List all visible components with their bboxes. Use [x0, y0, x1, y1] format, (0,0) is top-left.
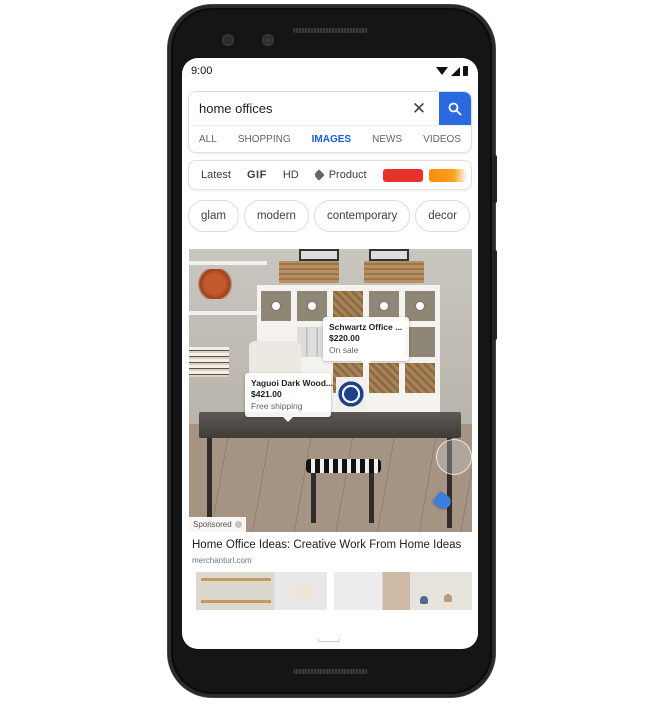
- product-tag-price: $421.00: [251, 389, 282, 400]
- status-icons: [436, 66, 468, 76]
- sponsored-label: Sponsored: [193, 520, 232, 529]
- wall-shelf: [189, 311, 267, 315]
- tab-videos[interactable]: VIDEOS: [423, 126, 461, 153]
- filter-latest[interactable]: Latest: [201, 169, 231, 181]
- wifi-icon: [436, 67, 448, 75]
- phone-screen: 9:00 home offices ✕ ALL SHOPPING IMAGES …: [182, 58, 478, 649]
- result-url[interactable]: merchanturl.com: [192, 556, 252, 565]
- chip-glam[interactable]: glam: [188, 200, 239, 232]
- product-tag-title: Schwartz Office ...: [329, 322, 403, 332]
- search-card: home offices ✕ ALL SHOPPING IMAGES NEWS …: [188, 91, 472, 153]
- filter-product[interactable]: Product: [313, 169, 367, 181]
- front-sensor: [262, 34, 274, 46]
- product-tag-price: $220.00: [329, 333, 360, 344]
- filter-hd[interactable]: HD: [283, 169, 299, 181]
- signal-icon: [451, 66, 460, 76]
- search-input[interactable]: home offices: [189, 101, 407, 116]
- tag-icon: [313, 169, 325, 181]
- product-hotspot[interactable]: [308, 302, 316, 310]
- shelf-cube: [405, 363, 435, 393]
- filter-product-label: Product: [328, 169, 367, 181]
- filter-gif[interactable]: GIF: [247, 169, 267, 181]
- result-title[interactable]: Home Office Ideas: Creative Work From Ho…: [192, 539, 461, 551]
- status-bar: 9:00: [182, 58, 478, 84]
- search-icon: [448, 102, 462, 115]
- tab-all[interactable]: ALL: [199, 126, 217, 153]
- thumb-pendant: [420, 596, 428, 604]
- pillow: [336, 377, 366, 411]
- color-filter-red[interactable]: [382, 168, 423, 182]
- product-tag-title: Yaguoi Dark Wood...: [251, 378, 334, 388]
- thumb-shelf: [201, 578, 271, 581]
- stool-leg: [369, 473, 374, 523]
- thumb-lamp: [292, 586, 314, 598]
- color-filter-orange[interactable]: [428, 168, 467, 182]
- wall-shelf: [189, 261, 267, 265]
- product-tag[interactable]: Yaguoi Dark Wood... $421.00 Free shippin…: [245, 373, 334, 423]
- volume-button: [493, 250, 497, 340]
- tab-shopping[interactable]: SHOPPING: [238, 126, 291, 153]
- product-hotspot[interactable]: [416, 302, 424, 310]
- result-thumbnail[interactable]: [334, 572, 472, 610]
- earpiece-speaker: [293, 28, 368, 33]
- clear-icon[interactable]: ✕: [407, 100, 431, 117]
- bottom-speaker: [293, 669, 368, 674]
- battery-icon: [463, 66, 468, 76]
- touch-indicator: [436, 439, 472, 475]
- tab-images[interactable]: IMAGES: [303, 126, 360, 152]
- basket: [279, 261, 339, 283]
- chip-contemporary[interactable]: contemporary: [313, 200, 411, 232]
- thumb-pendant: [444, 594, 452, 602]
- shelf-cube: [369, 363, 399, 393]
- product-hotspot[interactable]: [380, 302, 388, 310]
- power-button: [493, 155, 497, 203]
- wall-art: [299, 249, 339, 261]
- info-icon[interactable]: [234, 521, 242, 528]
- product-tag-note: On sale: [329, 344, 359, 355]
- search-tabs: ALL SHOPPING IMAGES NEWS VIDEOS: [189, 125, 471, 153]
- desk-leg: [207, 438, 212, 528]
- thumb-shelf: [201, 600, 271, 603]
- search-bar: home offices ✕: [189, 92, 471, 125]
- wall-art: [369, 249, 409, 261]
- result-image[interactable]: Schwartz Office ... $220.00 On sale Yagu…: [189, 249, 472, 532]
- plant: [195, 269, 235, 299]
- books: [189, 347, 229, 377]
- chip-decor[interactable]: decor: [415, 200, 471, 232]
- image-floor: [189, 424, 472, 532]
- sponsored-badge: Sponsored: [189, 517, 246, 532]
- shelf-cube: [405, 327, 435, 357]
- front-camera: [222, 34, 234, 46]
- tab-news[interactable]: NEWS: [372, 126, 402, 153]
- product-tag[interactable]: Schwartz Office ... $220.00 On sale: [323, 317, 409, 367]
- product-hotspot[interactable]: [272, 302, 280, 310]
- basket: [364, 261, 424, 283]
- lamp: [249, 341, 301, 375]
- stool: [306, 459, 381, 473]
- suggestion-chips: glam modern contemporary decor: [188, 200, 471, 232]
- filter-bar: Latest GIF HD Product: [188, 160, 472, 190]
- stool-leg: [311, 473, 316, 523]
- chip-modern[interactable]: modern: [243, 200, 309, 232]
- search-button[interactable]: [439, 92, 471, 125]
- result-thumbnail[interactable]: [196, 572, 327, 610]
- product-tag-note: Free shipping: [251, 400, 303, 411]
- home-gesture-bar[interactable]: [318, 638, 340, 642]
- status-time: 9:00: [191, 65, 213, 77]
